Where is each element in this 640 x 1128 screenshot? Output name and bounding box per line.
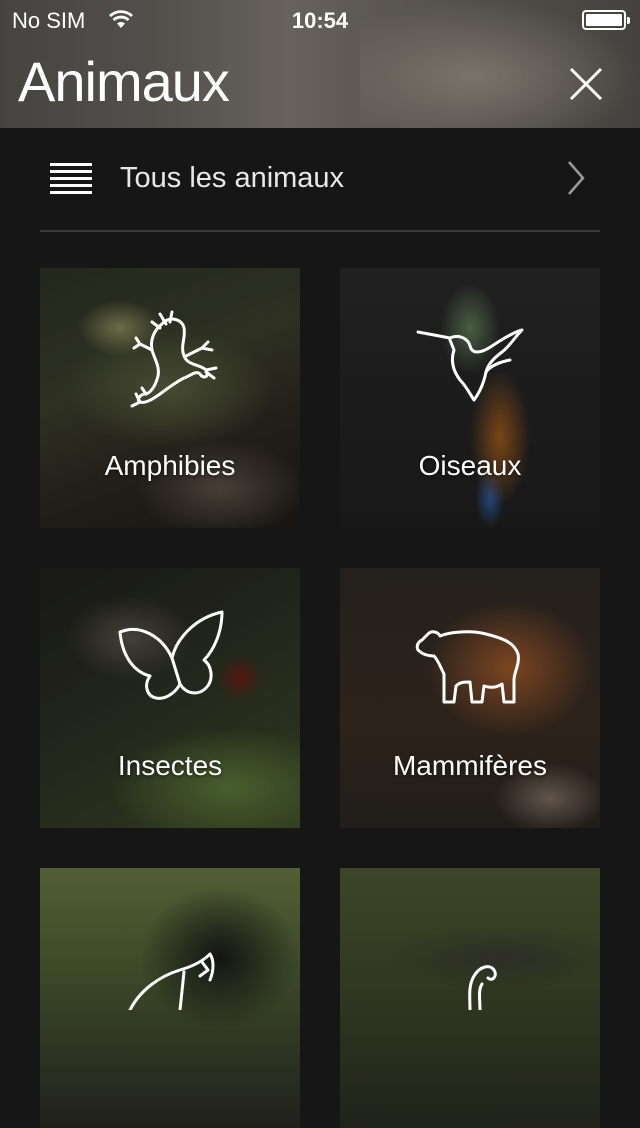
all-animals-row[interactable]: Tous les animaux: [40, 128, 600, 232]
category-tile-oiseaux[interactable]: Oiseaux: [340, 268, 600, 528]
battery-icon: [582, 10, 630, 30]
category-tile-reptiles[interactable]: [340, 868, 600, 1128]
all-animals-label: Tous les animaux: [120, 162, 345, 194]
category-label: Mammifères: [392, 750, 547, 781]
category-label: Insectes: [117, 750, 223, 781]
butterfly-icon: [118, 610, 224, 700]
category-tile-insectes[interactable]: Insectes: [40, 568, 300, 828]
header: No SIM 10:54 Animaux: [0, 0, 640, 128]
gorilla-icon: [128, 952, 215, 1010]
bear-icon: [415, 630, 520, 704]
category-tile-mammiferes[interactable]: Mammifères: [340, 568, 600, 828]
frog-icon: [130, 310, 218, 408]
snake-icon: [468, 965, 497, 1010]
category-label: Amphibies: [104, 450, 236, 481]
status-time: 10:54: [291, 8, 349, 33]
page-title: Animaux: [18, 50, 230, 113]
list-icon: [50, 163, 92, 194]
status-bar: No SIM 10:54: [0, 0, 640, 40]
category-tile-amphibies[interactable]: Amphibies: [40, 268, 300, 528]
chevron-right-icon: [568, 161, 585, 195]
bird-icon: [416, 328, 524, 402]
close-icon[interactable]: [562, 60, 610, 108]
category-label: Oiseaux: [418, 450, 522, 481]
category-tile-primates[interactable]: [40, 868, 300, 1128]
